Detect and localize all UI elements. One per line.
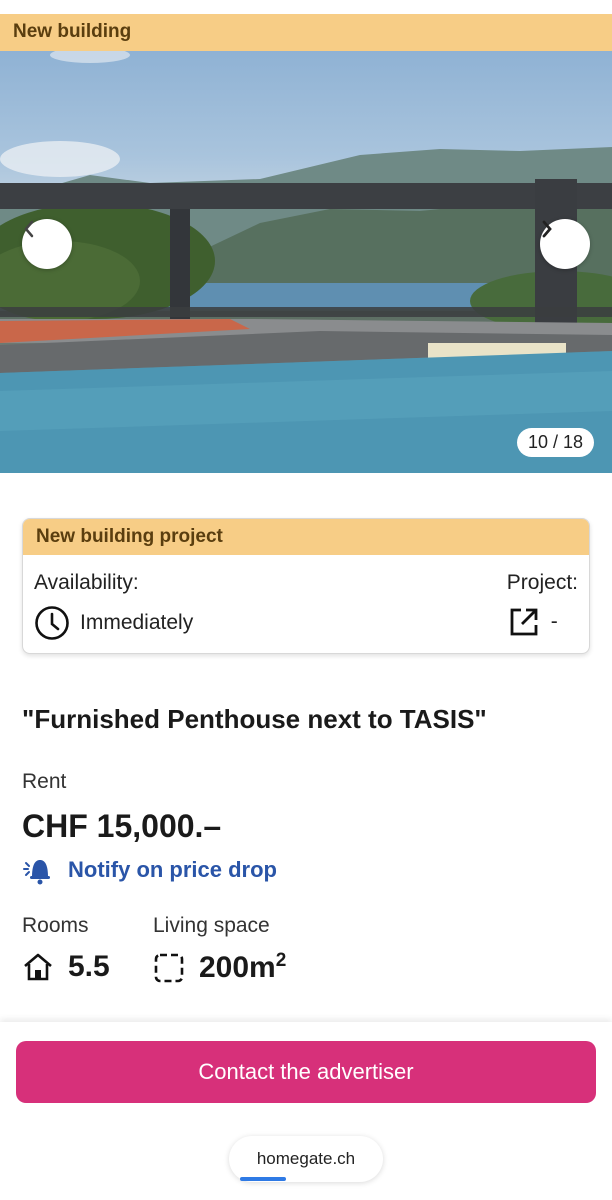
project-label: Project: [506,571,578,594]
rooms-stat: Rooms 5.5 [22,914,110,984]
living-space-label: Living space [153,914,270,937]
notify-label: Notify on price drop [68,857,277,882]
availability-value: Immediately [80,611,194,634]
rooms-value: 5.5 [68,950,110,983]
url-progress-indicator [240,1177,286,1181]
project-card-header: New building project [23,519,589,555]
project-value: - [550,610,558,633]
rent-value: CHF 15,000.– [22,808,222,844]
browser-url-bar[interactable]: homegate.ch [229,1136,383,1182]
external-link-icon[interactable] [507,605,541,639]
bell-icon [23,860,50,885]
listing-title: "Furnished Penthouse next to TASIS" [22,704,487,734]
rooms-label: Rooms [22,914,89,937]
contact-advertiser-button[interactable]: Contact the advertiser [16,1041,596,1103]
gallery-photo [0,51,612,473]
photo-gallery[interactable]: 10 / 18 [0,51,612,473]
living-space-stat: Living space 200m2 [153,914,286,985]
new-building-banner: New building [0,14,612,51]
chevron-right-icon [542,220,552,238]
availability-label: Availability: [34,571,139,594]
clock-icon [35,606,69,640]
project-section: Project: - [507,571,578,639]
area-icon [154,953,184,982]
availability-section: Availability: Immediately [34,571,193,641]
chevron-left-icon [24,220,34,238]
gallery-counter: 10 / 18 [516,428,594,457]
gallery-prev-button[interactable] [22,219,72,269]
living-space-value: 200m2 [199,950,287,984]
house-icon [24,953,52,981]
notify-price-drop-link[interactable]: Notify on price drop [22,855,277,885]
sticky-footer: Contact the advertiser homegate.ch [0,1022,612,1200]
project-card: New building project Availability: Immed… [22,518,590,654]
rent-label: Rent [22,770,67,793]
gallery-next-button[interactable] [540,219,590,269]
